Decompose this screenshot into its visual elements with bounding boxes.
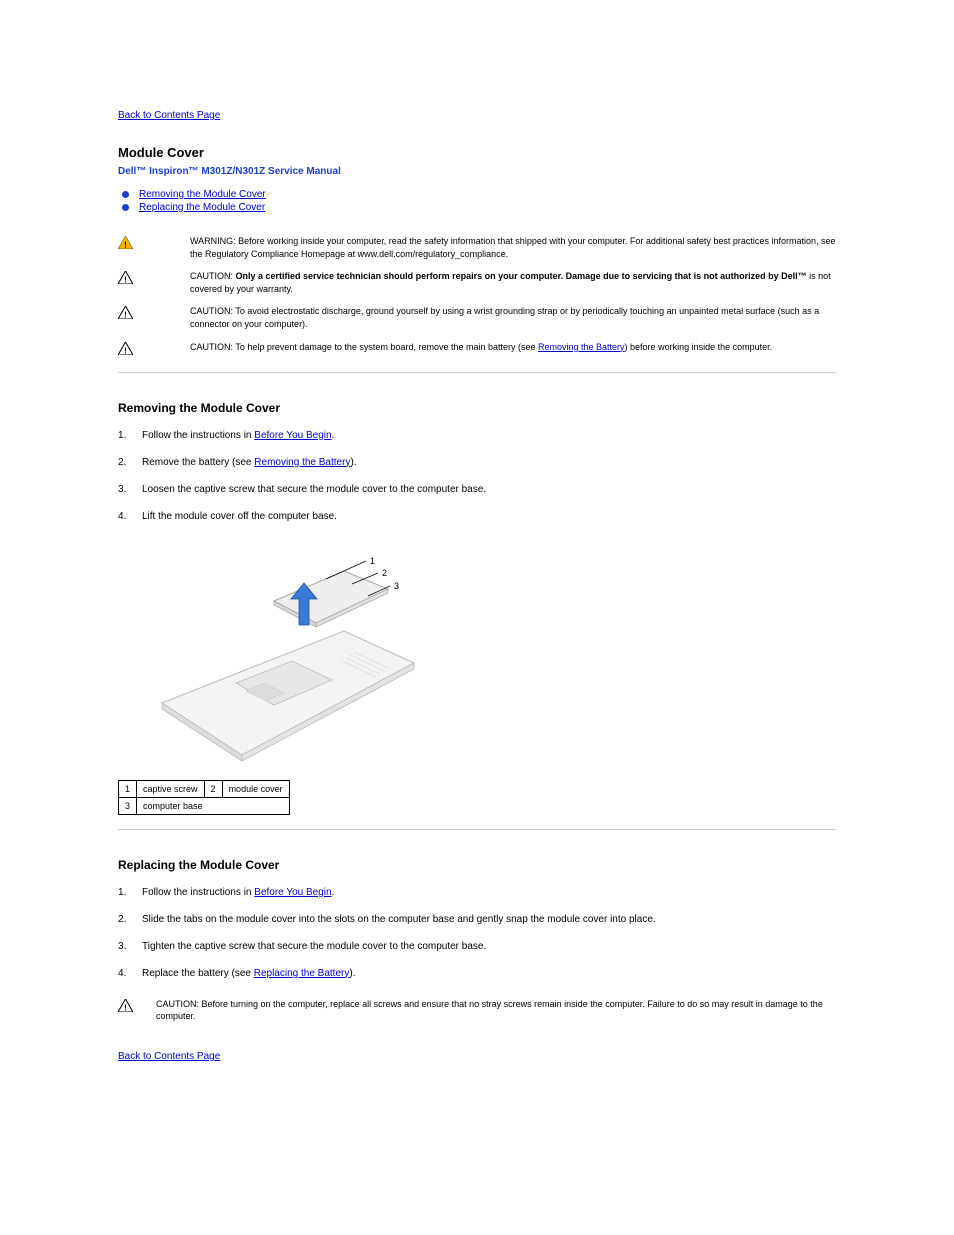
document-page: Back to Contents Page Module Cover Dell™… xyxy=(0,0,954,1146)
svg-text:2: 2 xyxy=(382,568,387,578)
step-text: Follow the instructions in xyxy=(142,430,254,441)
step-text: Lift the module cover off the computer b… xyxy=(142,511,337,522)
legend-num: 3 xyxy=(119,797,137,814)
table-row: 1 captive screw 2 module cover xyxy=(119,780,290,797)
bullet-icon xyxy=(122,204,129,211)
step-text: Loosen the captive screw that secure the… xyxy=(142,484,486,495)
svg-text:3: 3 xyxy=(394,581,399,591)
toc-link-remove[interactable]: Removing the Module Cover xyxy=(139,189,266,200)
caution-icon: ! xyxy=(118,998,136,1015)
caution-text-3: CAUTION: To help prevent damage to the s… xyxy=(146,341,836,354)
warning-block: ! WARNING: Before working inside your co… xyxy=(118,235,836,260)
divider xyxy=(118,372,836,373)
replace-steps: Follow the instructions in Before You Be… xyxy=(118,886,836,980)
svg-text:!: ! xyxy=(124,346,127,355)
legend-num: 2 xyxy=(204,780,222,797)
step: Slide the tabs on the module cover into … xyxy=(118,913,836,926)
table-row: 3 computer base xyxy=(119,797,290,814)
step-text: ). xyxy=(349,968,355,979)
table-of-contents: Removing the Module Cover Replacing the … xyxy=(118,189,836,213)
caution-label: CAUTION: xyxy=(190,271,236,281)
replacing-title: Replacing the Module Cover xyxy=(118,858,836,872)
toc-item: Removing the Module Cover xyxy=(122,189,836,200)
step-text: Remove the battery (see xyxy=(142,457,254,468)
svg-text:!: ! xyxy=(124,311,127,320)
back-to-contents-top: Back to Contents Page xyxy=(118,110,836,121)
caution-text-2: CAUTION: To avoid electrostatic discharg… xyxy=(146,305,836,330)
svg-text:!: ! xyxy=(124,241,127,250)
warning-icon: ! xyxy=(118,235,136,252)
step-text: . xyxy=(332,430,335,441)
caution-icon: ! xyxy=(118,305,136,322)
step: Remove the battery (see Removing the Bat… xyxy=(118,456,836,469)
caution3-pre: CAUTION: To help prevent damage to the s… xyxy=(190,342,538,352)
legend-label: computer base xyxy=(137,797,290,814)
remove-steps: Follow the instructions in Before You Be… xyxy=(118,429,836,523)
warning-text: WARNING: Before working inside your comp… xyxy=(146,235,836,260)
svg-text:!: ! xyxy=(124,1003,127,1012)
final-caution-text: CAUTION: Before turning on the computer,… xyxy=(146,998,836,1023)
caution-block: ! CAUTION: To avoid electrostatic discha… xyxy=(118,305,836,330)
manual-title: Dell™ Inspiron™ M301Z/N301Z Service Manu… xyxy=(118,166,836,177)
step: Replace the battery (see Replacing the B… xyxy=(118,967,836,980)
before-you-begin-link[interactable]: Before You Begin xyxy=(254,430,331,441)
figure: 1 2 3 xyxy=(144,543,836,766)
step-text: Follow the instructions in xyxy=(142,887,254,898)
step: Follow the instructions in Before You Be… xyxy=(118,429,836,442)
legend-label: captive screw xyxy=(137,780,205,797)
back-link-bottom[interactable]: Back to Contents Page xyxy=(118,1051,220,1062)
caution3-post: ) before working inside the computer. xyxy=(625,342,773,352)
step-text: Slide the tabs on the module cover into … xyxy=(142,914,656,925)
step: Lift the module cover off the computer b… xyxy=(118,510,836,523)
section-title: Module Cover xyxy=(118,145,836,160)
step-text: Tighten the captive screw that secure th… xyxy=(142,941,486,952)
toc-link-replace[interactable]: Replacing the Module Cover xyxy=(139,202,265,213)
svg-text:1: 1 xyxy=(370,556,375,566)
caution-text-1: CAUTION: Only a certified service techni… xyxy=(146,270,836,295)
legend-label: module cover xyxy=(222,780,289,797)
legend-num: 1 xyxy=(119,780,137,797)
step: Follow the instructions in Before You Be… xyxy=(118,886,836,899)
back-link-top[interactable]: Back to Contents Page xyxy=(118,110,220,121)
caution-bold: Only a certified service technician shou… xyxy=(236,271,807,281)
bullet-icon xyxy=(122,191,129,198)
caution-icon: ! xyxy=(118,270,136,287)
legend-table: 1 captive screw 2 module cover 3 compute… xyxy=(118,780,290,815)
removing-battery-link[interactable]: Removing the Battery xyxy=(538,342,625,352)
svg-text:!: ! xyxy=(124,276,127,285)
step: Tighten the captive screw that secure th… xyxy=(118,940,836,953)
caution-block: ! CAUTION: Only a certified service tech… xyxy=(118,270,836,295)
removing-title: Removing the Module Cover xyxy=(118,401,836,415)
step-text: Replace the battery (see xyxy=(142,968,254,979)
toc-item: Replacing the Module Cover xyxy=(122,202,836,213)
before-you-begin-link[interactable]: Before You Begin xyxy=(254,887,331,898)
divider xyxy=(118,829,836,830)
replacing-battery-link[interactable]: Replacing the Battery xyxy=(254,968,350,979)
back-to-contents-bottom: Back to Contents Page xyxy=(118,1051,836,1062)
caution-icon: ! xyxy=(118,341,136,358)
step: Loosen the captive screw that secure the… xyxy=(118,483,836,496)
step-text: . xyxy=(332,887,335,898)
caution-block: ! CAUTION: Before turning on the compute… xyxy=(118,998,836,1023)
caution-block: ! CAUTION: To help prevent damage to the… xyxy=(118,341,836,358)
removing-battery-link[interactable]: Removing the Battery xyxy=(254,457,350,468)
step-text: ). xyxy=(350,457,356,468)
